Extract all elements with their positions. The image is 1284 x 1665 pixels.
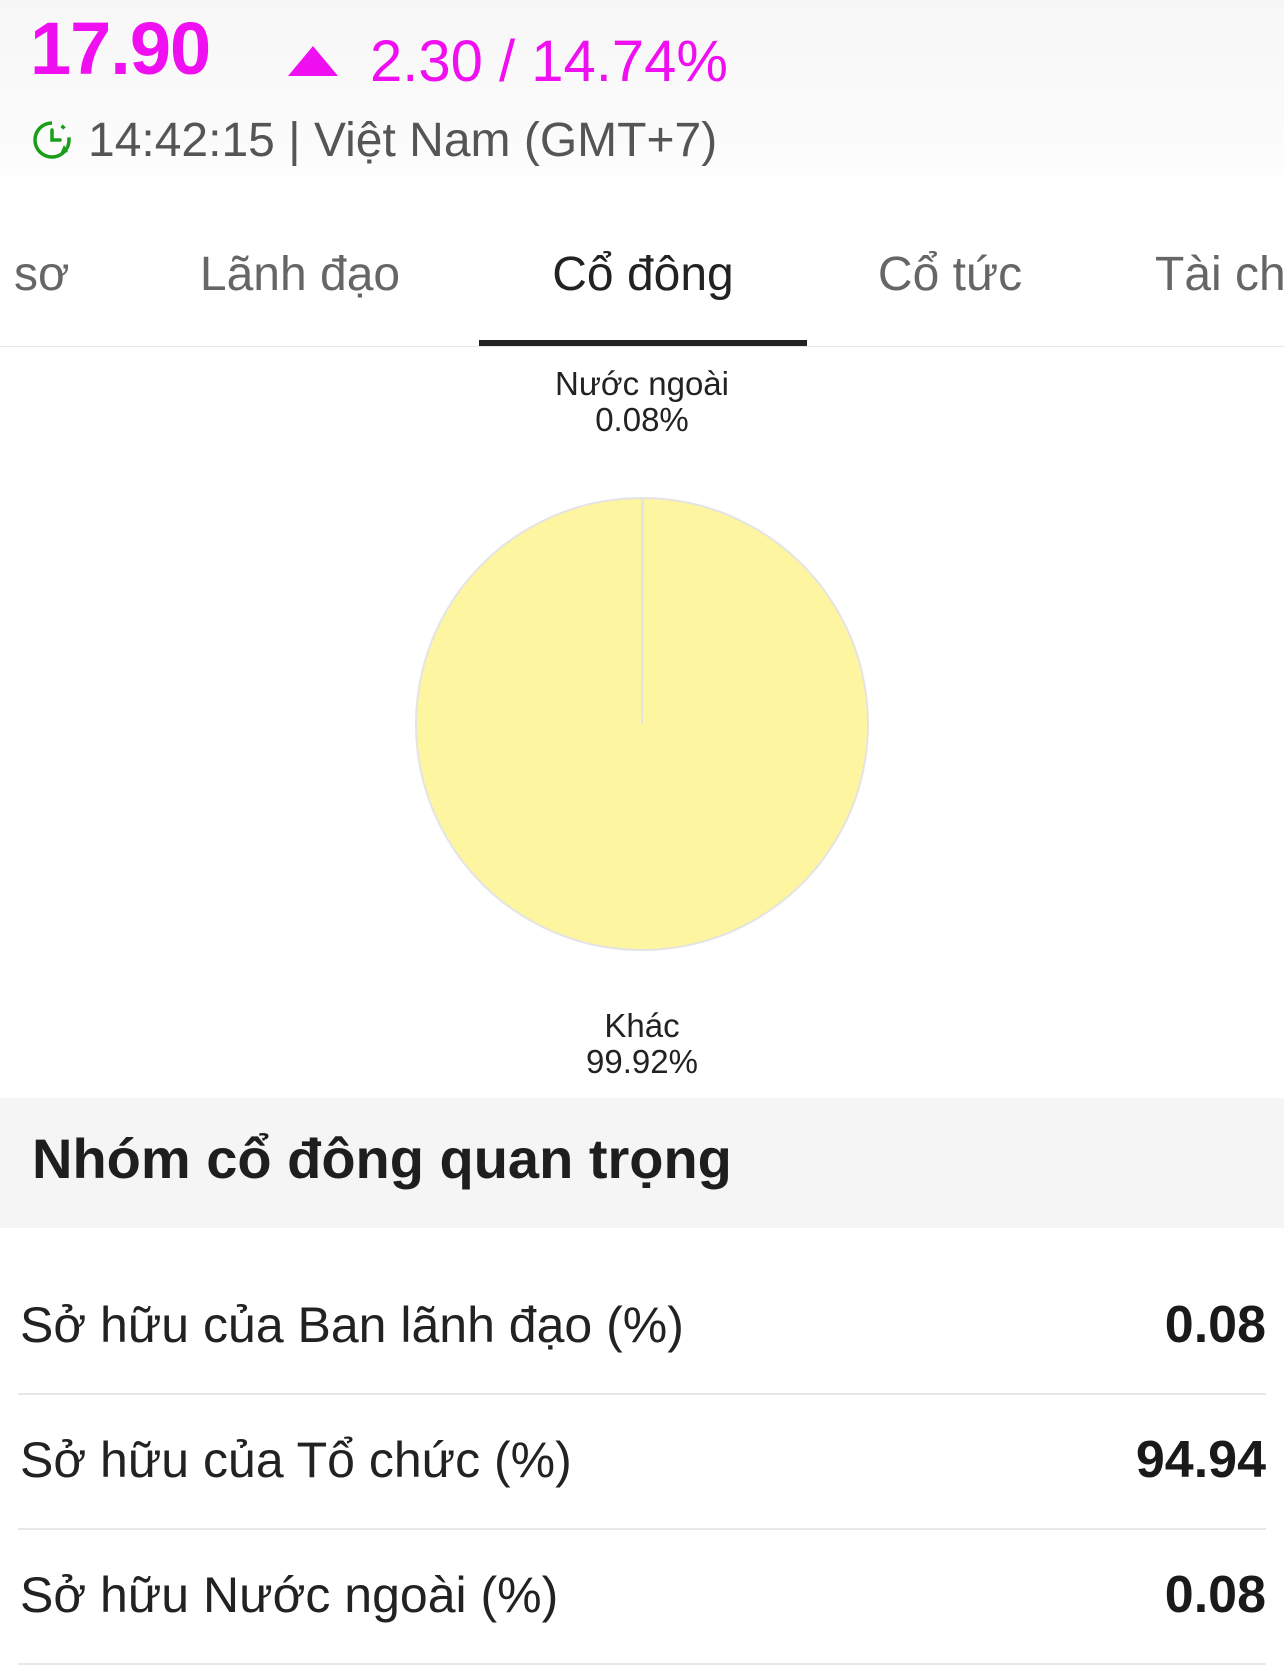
ownership-value: 0.08 — [1164, 1566, 1266, 1624]
shareholder-pie-chart: Nước ngoài 0.08% Khác 99.92% — [0, 350, 1284, 1095]
ownership-value: 94.94 — [1135, 1431, 1266, 1489]
ownership-label: Sở hữu Nước ngoài (%) — [20, 1567, 559, 1623]
ownership-label: Sở hữu của Tổ chức (%) — [20, 1432, 572, 1488]
section-title: Nhóm cổ đông quan trọng — [32, 1127, 732, 1190]
clock-refresh-icon — [33, 121, 71, 159]
ownership-row-foreign: Sở hữu Nước ngoài (%) 0.08 — [18, 1528, 1266, 1665]
pie-label-other-name: Khác — [604, 1007, 680, 1044]
tab-leadership[interactable]: Lãnh đạo — [190, 228, 410, 346]
pie-slice-1 — [415, 496, 869, 951]
tab-overview[interactable]: sơ — [14, 228, 74, 346]
ownership-value: 0.08 — [1164, 1296, 1266, 1354]
price-change: 2.30 / 14.74% — [288, 26, 728, 96]
pie-svg — [415, 496, 869, 951]
tab-shareholders[interactable]: Cổ đông — [479, 228, 807, 346]
quote-header: 17.90 2.30 / 14.74% 14:42:15 | Việt Nam … — [0, 0, 1284, 200]
ownership-row-management: Sở hữu của Ban lãnh đạo (%) 0.08 — [18, 1258, 1266, 1395]
tab-finance[interactable]: Tài ch — [1155, 228, 1284, 346]
timestamp-text: 14:42:15 | Việt Nam (GMT+7) — [88, 113, 718, 167]
price-change-value: 2.30 / 14.74% — [370, 28, 728, 94]
timestamp: 14:42:15 | Việt Nam (GMT+7) — [30, 110, 717, 170]
triangle-up-icon — [288, 46, 338, 76]
pie-label-other-value: 99.92% — [586, 1043, 698, 1080]
tab-bar: sơ Lãnh đạo Cổ đông Cổ tức Tài ch — [0, 228, 1284, 347]
pie-label-other: Khác 99.92% — [492, 1008, 792, 1080]
key-shareholders-section: Nhóm cổ đông quan trọng — [0, 1098, 1284, 1228]
stock-price: 17.90 — [30, 7, 211, 90]
ownership-row-institution: Sở hữu của Tổ chức (%) 94.94 — [18, 1393, 1266, 1530]
tab-dividends[interactable]: Cổ tức — [870, 228, 1030, 346]
ownership-label: Sở hữu của Ban lãnh đạo (%) — [20, 1297, 684, 1353]
